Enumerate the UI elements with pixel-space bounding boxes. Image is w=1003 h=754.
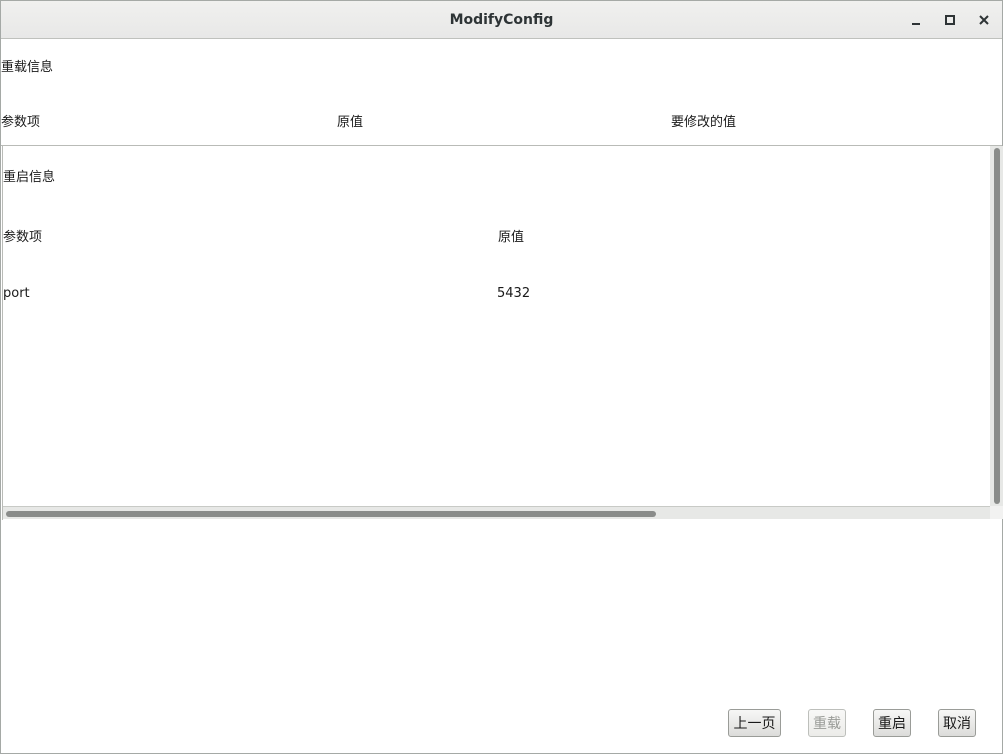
restart-column-param: 参数项 [3,230,43,245]
table-row-param: port [3,286,30,301]
scroll-corner [990,506,1003,519]
reload-column-param: 参数项 [1,115,41,130]
prev-page-button[interactable]: 上一页 [728,709,781,737]
reload-column-new-value: 要修改的值 [671,115,737,130]
modify-config-window: ModifyConfig 重载信息 参数项 原值 要修改的值 重启信息 参数项 … [0,0,1003,754]
window-title: ModifyConfig [449,12,554,28]
restart-section-heading: 重启信息 [3,170,56,185]
reload-column-original: 原值 [337,115,364,130]
vertical-scrollbar[interactable] [990,146,1003,506]
table-row-original: 5432 [497,286,531,301]
title-bar[interactable]: ModifyConfig [1,1,1002,39]
restart-column-original: 原值 [498,230,525,245]
horizontal-scrollbar[interactable] [3,506,990,519]
minimize-icon[interactable] [906,10,926,30]
restart-button[interactable]: 重启 [873,709,911,737]
cancel-button[interactable]: 取消 [938,709,976,737]
vertical-scroll-thumb[interactable] [994,148,1000,504]
close-icon[interactable] [974,10,994,30]
reload-button[interactable]: 重载 [808,709,846,737]
restart-scroll-pane[interactable]: 重启信息 参数项 原值 port 5432 [2,146,1003,520]
reload-section-heading: 重载信息 [1,60,54,75]
maximize-icon[interactable] [940,10,960,30]
horizontal-scroll-thumb[interactable] [6,511,656,517]
